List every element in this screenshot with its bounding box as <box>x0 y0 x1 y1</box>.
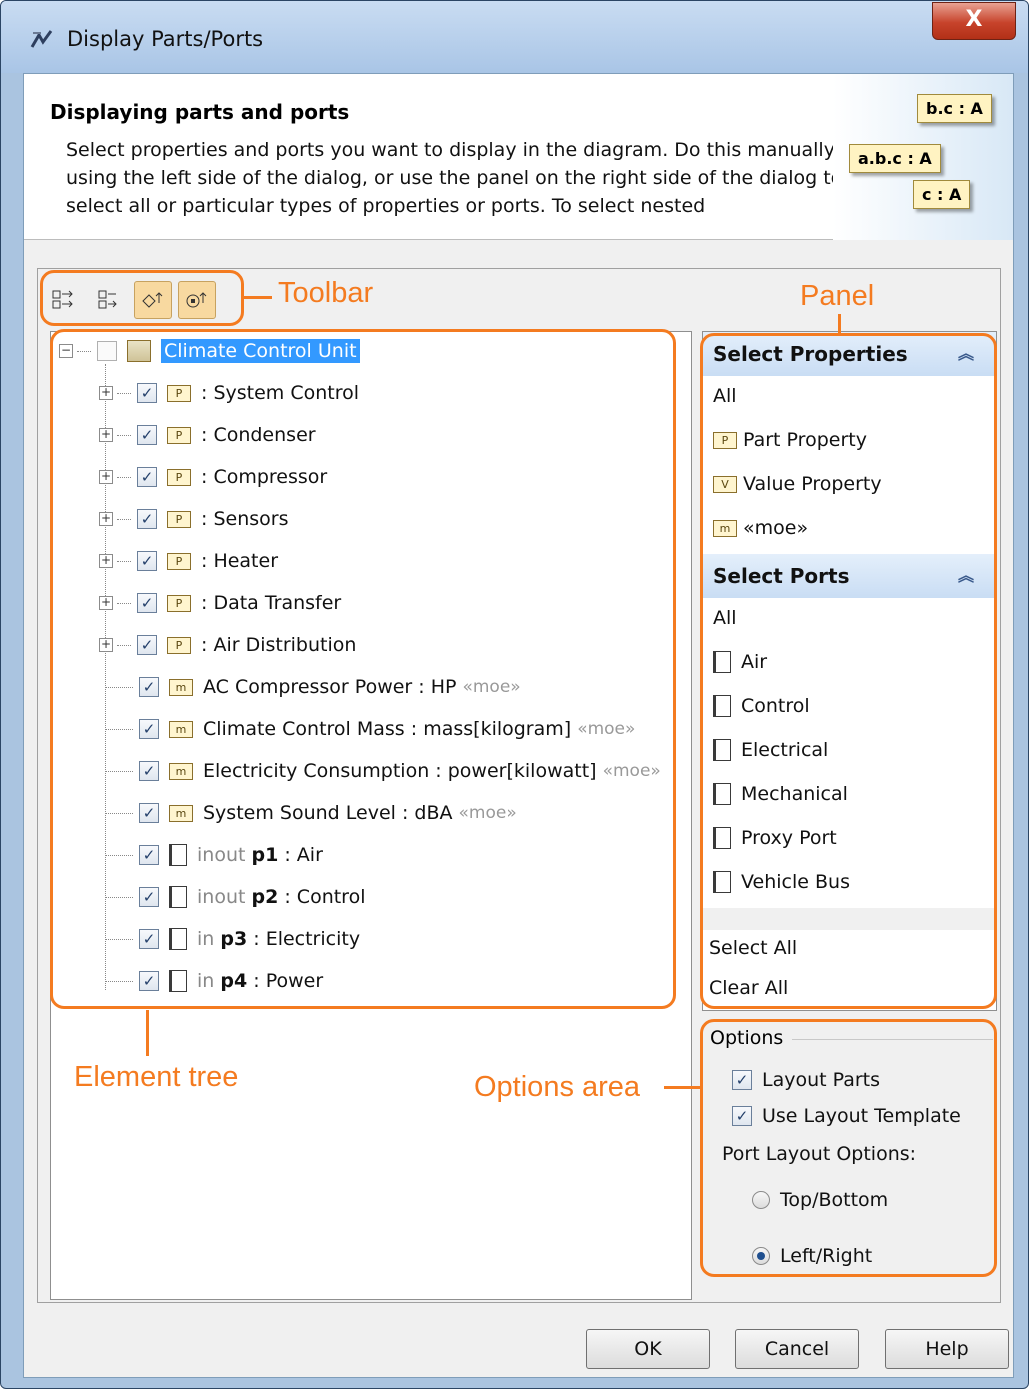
element-tree-callout-label: Element tree <box>74 1061 239 1093</box>
art-label-c: c : A <box>913 180 971 209</box>
header-description: Select properties and ports you want to … <box>66 139 843 217</box>
options-callout-label: Options area <box>474 1071 641 1103</box>
element-tree-callout-line <box>146 1010 149 1056</box>
help-button[interactable]: Help <box>885 1329 1009 1369</box>
header-illustration: b.c : A a.b.c : A c : A <box>833 74 1013 240</box>
app-icon <box>30 30 53 48</box>
toolbar-callout-label: Toolbar <box>278 277 374 309</box>
art-label-abc: a.b.c : A <box>849 144 941 173</box>
cancel-button[interactable]: Cancel <box>735 1329 859 1369</box>
options-callout-box <box>700 1019 997 1277</box>
panel-callout-line <box>838 314 841 334</box>
panel-callout-box <box>700 333 997 1009</box>
panel-callout-label: Panel <box>800 280 875 312</box>
title-bar: Display Parts/Ports X <box>1 1 1028 73</box>
toolbar-callout-line <box>244 296 272 299</box>
element-tree-callout-box <box>50 329 676 1009</box>
dialog-header: Displaying parts and ports Select proper… <box>24 74 1013 240</box>
header-title: Displaying parts and ports <box>50 100 350 124</box>
art-label-bc: b.c : A <box>917 94 992 123</box>
ok-button[interactable]: OK <box>586 1329 710 1369</box>
close-button[interactable]: X <box>932 2 1016 40</box>
options-callout-line <box>664 1086 700 1089</box>
toolbar-callout-box <box>40 270 244 326</box>
window-title: Display Parts/Ports <box>67 27 264 51</box>
